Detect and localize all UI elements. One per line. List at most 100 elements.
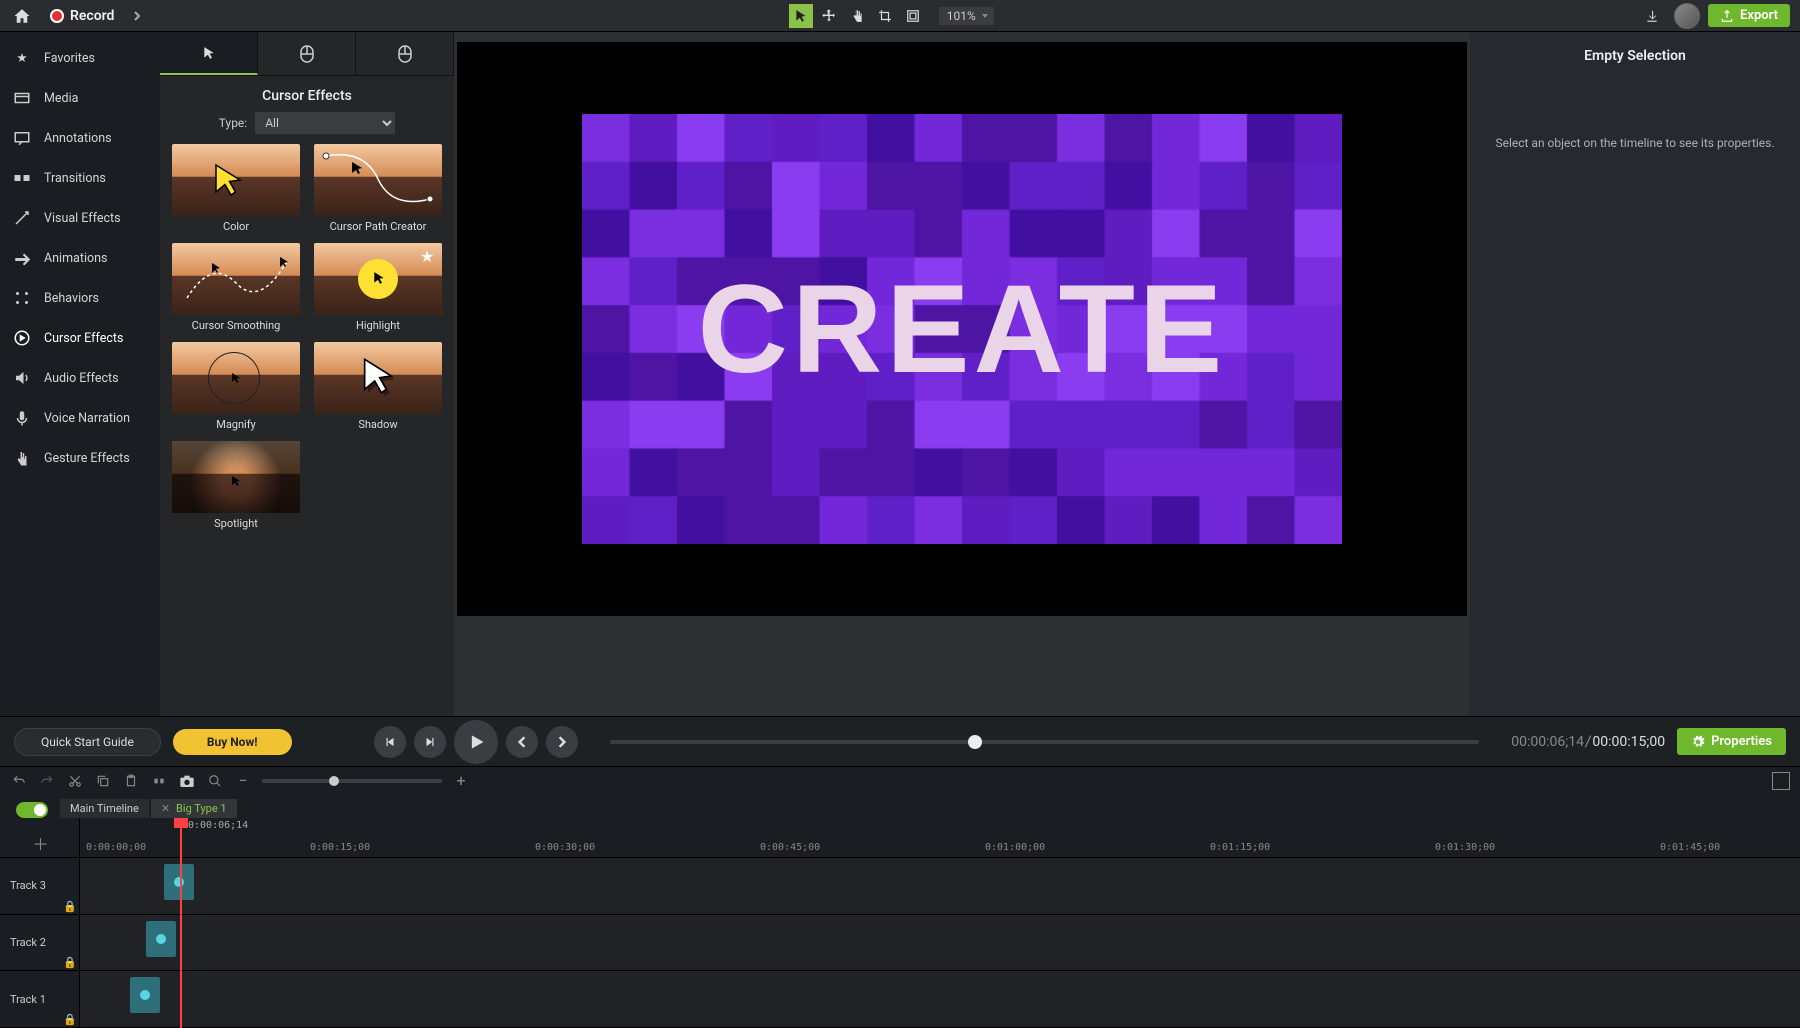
timeline-tab-sub[interactable]: ✕Big Type 1 — [151, 799, 237, 818]
snapshot-button[interactable] — [178, 772, 196, 790]
sidebar-item-cursor-effects[interactable]: Cursor Effects — [0, 318, 160, 358]
move-tool[interactable] — [817, 4, 841, 28]
sidebar-item-media[interactable]: Media — [0, 78, 160, 118]
arrow-icon — [12, 248, 32, 268]
clip[interactable] — [164, 864, 194, 900]
user-avatar[interactable] — [1674, 3, 1700, 29]
effect-spotlight[interactable]: Spotlight — [170, 441, 302, 530]
sidebar-item-behaviors[interactable]: Behaviors — [0, 278, 160, 318]
gear-icon — [1691, 735, 1705, 749]
scrub-bar[interactable] — [610, 740, 1480, 744]
sidebar-item-voice-narration[interactable]: Voice Narration — [0, 398, 160, 438]
magnetic-toggle[interactable] — [16, 802, 48, 818]
type-select[interactable]: All — [255, 112, 395, 134]
hand-tool[interactable] — [845, 4, 869, 28]
prev-frame-button[interactable] — [374, 726, 406, 758]
type-label: Type: — [219, 116, 247, 130]
play-button[interactable] — [454, 720, 498, 764]
playhead[interactable]: 0:00:06;14 — [180, 818, 182, 1028]
record-menu-chevron[interactable] — [130, 9, 144, 23]
canvas-tool[interactable] — [901, 4, 925, 28]
timeline-ruler[interactable]: 0:00:00;00 0:00:15;00 0:00:30;00 0:00:45… — [80, 818, 1800, 858]
track-row-3[interactable] — [80, 858, 1800, 915]
tap-icon — [12, 448, 32, 468]
cut-button[interactable] — [66, 772, 84, 790]
track-label-1[interactable]: Track 1🔒 — [0, 971, 79, 1028]
track-label-3[interactable]: Track 3🔒 — [0, 858, 79, 915]
panel-tab-right-click[interactable] — [356, 32, 454, 75]
preview-title-text: CREATE — [582, 114, 1342, 544]
quick-start-button[interactable]: Quick Start Guide — [14, 728, 161, 756]
track-row-2[interactable] — [80, 915, 1800, 972]
next-frame-button[interactable] — [414, 726, 446, 758]
zoom-in-button[interactable]: + — [452, 772, 470, 790]
track-row-1[interactable] — [80, 971, 1800, 1028]
media-icon — [12, 88, 32, 108]
lock-icon[interactable]: 🔒 — [63, 1013, 73, 1023]
detach-timeline-button[interactable] — [1772, 772, 1790, 790]
add-track-button[interactable]: ＋ — [33, 831, 47, 845]
select-tool[interactable] — [789, 4, 813, 28]
behavior-icon — [12, 288, 32, 308]
sidebar-item-favorites[interactable]: ★Favorites — [0, 38, 160, 78]
speaker-icon — [12, 368, 32, 388]
zoom-level-dropdown[interactable]: 101% — [939, 7, 994, 25]
inspector-title: Empty Selection — [1584, 48, 1686, 64]
redo-button[interactable] — [38, 772, 56, 790]
zoom-slider-handle[interactable] — [329, 776, 339, 786]
record-label: Record — [70, 8, 114, 24]
properties-button[interactable]: Properties — [1677, 728, 1786, 755]
export-icon — [1720, 9, 1734, 23]
effect-cursor-smoothing[interactable]: Cursor Smoothing — [170, 243, 302, 332]
panel-tab-left-click[interactable] — [258, 32, 356, 75]
timeline-zoom-slider[interactable] — [262, 779, 442, 783]
scrub-handle[interactable] — [968, 735, 982, 749]
favorite-star-icon[interactable]: ★ — [420, 247, 438, 265]
sidebar-item-audio-effects[interactable]: Audio Effects — [0, 358, 160, 398]
sidebar-item-visual-effects[interactable]: Visual Effects — [0, 198, 160, 238]
crop-tool[interactable] — [873, 4, 897, 28]
sidebar-item-transitions[interactable]: Transitions — [0, 158, 160, 198]
sidebar-item-gesture-effects[interactable]: Gesture Effects — [0, 438, 160, 478]
track-label-2[interactable]: Track 2🔒 — [0, 915, 79, 972]
preview-canvas[interactable]: CREATE — [454, 32, 1470, 716]
zoom-fit-button[interactable] — [206, 772, 224, 790]
sidebar-item-animations[interactable]: Animations — [0, 238, 160, 278]
panel-tab-cursor[interactable] — [160, 32, 258, 75]
star-icon: ★ — [12, 48, 32, 68]
effect-cursor-path-creator[interactable]: Cursor Path Creator — [312, 144, 444, 233]
effect-shadow[interactable]: Shadow — [312, 342, 444, 431]
mic-icon — [12, 408, 32, 428]
clip[interactable] — [130, 977, 160, 1013]
paste-button[interactable] — [122, 772, 140, 790]
split-button[interactable] — [150, 772, 168, 790]
wand-icon — [12, 208, 32, 228]
timecode-display: 00:00:06;14/00:00:15;00 — [1511, 734, 1665, 750]
sidebar-item-annotations[interactable]: Annotations — [0, 118, 160, 158]
lock-icon[interactable]: 🔒 — [63, 900, 73, 910]
effect-highlight[interactable]: ★ Highlight — [312, 243, 444, 332]
effect-color[interactable]: Color — [170, 144, 302, 233]
timeline-body[interactable]: 0:00:00;00 0:00:15;00 0:00:30;00 0:00:45… — [80, 818, 1800, 1028]
export-button[interactable]: Export — [1708, 4, 1790, 27]
timeline-tab-main[interactable]: Main Timeline — [60, 799, 149, 818]
sidebar: ★Favorites Media Annotations Transitions… — [0, 32, 160, 716]
zoom-out-button[interactable]: − — [234, 772, 252, 790]
clip[interactable] — [146, 921, 176, 957]
inspector-hint: Select an object on the timeline to see … — [1495, 134, 1774, 152]
undo-button[interactable] — [10, 772, 28, 790]
playhead-time: 0:00:06;14 — [188, 820, 248, 831]
cursor-icon — [12, 328, 32, 348]
next-marker-button[interactable] — [546, 726, 578, 758]
home-button[interactable] — [10, 4, 34, 28]
close-icon[interactable]: ✕ — [161, 802, 170, 815]
record-button[interactable]: Record — [42, 6, 122, 26]
copy-button[interactable] — [94, 772, 112, 790]
prev-marker-button[interactable] — [506, 726, 538, 758]
panel-title: Cursor Effects — [160, 76, 454, 112]
effect-magnify[interactable]: Magnify — [170, 342, 302, 431]
buy-now-button[interactable]: Buy Now! — [173, 729, 292, 755]
download-icon[interactable] — [1638, 2, 1666, 30]
lock-icon[interactable]: 🔒 — [63, 956, 73, 966]
transition-icon — [12, 168, 32, 188]
